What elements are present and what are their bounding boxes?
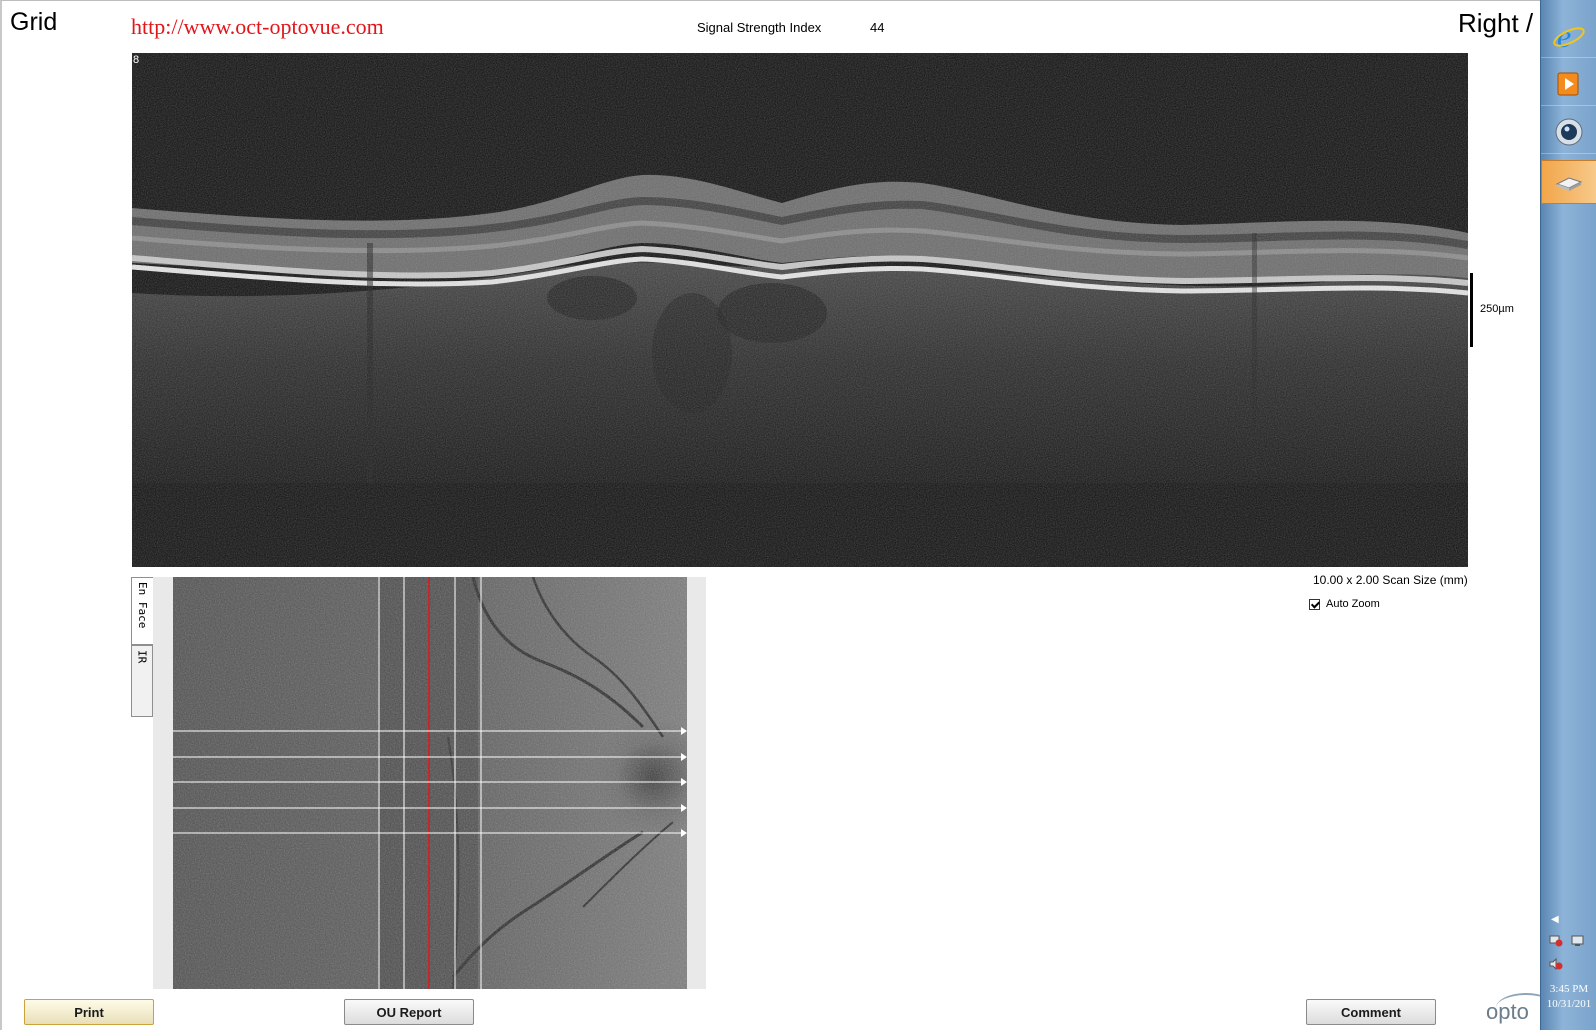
print-button[interactable]: Print [24,999,154,1025]
scanner-icon[interactable] [1541,160,1596,204]
signal-strength-label: Signal Strength Index [697,20,822,35]
optovue-logo: opto [1486,993,1544,1029]
frame-number: 8 [133,54,140,66]
scale-bar [1470,273,1473,347]
taskbar-clock[interactable]: 3:45 PM 10/31/201 [1541,982,1596,1012]
oct-bscan-image[interactable] [132,53,1468,567]
scan-size-label: 10.00 x 2.00 Scan Size (mm) [1313,573,1468,587]
report-window: Grid http://www.oct-optovue.com Signal S… [0,0,1544,1030]
comment-button[interactable]: Comment [1306,999,1436,1025]
clock-time: 3:45 PM [1549,983,1589,995]
scan-type-title: Grid [10,8,58,36]
internet-explorer-icon[interactable]: e [1541,14,1596,58]
display-icon[interactable] [1571,935,1585,947]
webcam-icon[interactable] [1541,110,1596,154]
signal-strength-value: 44 [870,20,885,35]
tab-ir[interactable]: IR [131,645,153,717]
auto-zoom-toggle[interactable]: Auto Zoom [1309,598,1380,610]
auto-zoom-label: Auto Zoom [1326,598,1380,610]
ou-report-button[interactable]: OU Report [344,999,474,1025]
tab-en-face[interactable]: En Face [131,577,153,645]
en-face-fundus-image[interactable] [173,577,687,989]
eye-label: Right / [1458,8,1534,38]
volume-muted-icon[interactable] [1549,958,1563,970]
show-hidden-icons-icon[interactable]: ◀ [1551,914,1559,925]
vendor-url: http://www.oct-optovue.com [131,14,384,39]
network-error-icon[interactable] [1549,935,1563,947]
windows-taskbar: e ◀ 3:45 PM 10/31/201 [1540,0,1596,1030]
scale-bar-label: 250µm [1480,303,1514,315]
media-player-icon[interactable] [1541,62,1596,106]
logo-text: opto [1486,999,1529,1024]
auto-zoom-checkbox[interactable] [1309,598,1320,610]
clock-date: 10/31/201 [1546,998,1592,1010]
